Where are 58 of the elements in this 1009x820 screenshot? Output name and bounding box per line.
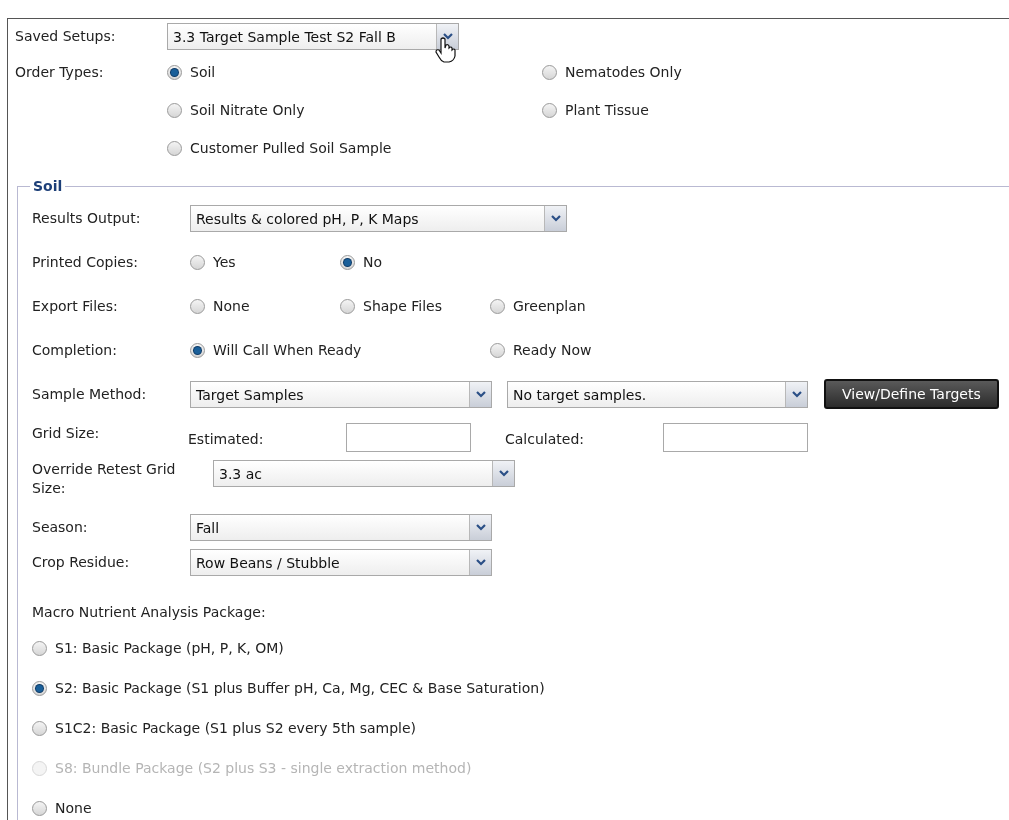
radio-option[interactable]: Soil Nitrate Only	[167, 100, 542, 121]
radio-button[interactable]	[32, 721, 47, 736]
field-label: Order Types:	[15, 63, 105, 82]
section-label: Macro Nutrient Analysis Package:	[32, 603, 267, 622]
radio-button[interactable]	[190, 299, 205, 314]
field-label: Season:	[32, 518, 89, 537]
radio-option[interactable]: Ready Now	[490, 340, 640, 361]
radio-option[interactable]: No	[340, 252, 490, 273]
radio-option[interactable]: Customer Pulled Soil Sample	[167, 138, 542, 159]
radio-option[interactable]: S1: Basic Package (pH, P, K, OM)	[32, 638, 1009, 659]
field-label: Saved Setups:	[15, 27, 117, 46]
dropdown-select[interactable]: Fall	[190, 514, 492, 541]
radio-button[interactable]	[32, 641, 47, 656]
field-label: Override Retest Grid Size:	[32, 460, 177, 498]
field-label: Estimated:	[188, 430, 265, 449]
field-label: Grid Size:	[32, 424, 101, 443]
radio-option[interactable]: Nematodes Only	[542, 62, 742, 83]
section-legend: Soil	[30, 176, 66, 197]
hand-cursor-icon	[435, 37, 457, 63]
radio-option[interactable]: Greenplan	[490, 296, 640, 317]
radio-button[interactable]	[340, 299, 355, 314]
radio-option[interactable]: Yes	[190, 252, 340, 273]
radio-option[interactable]: None	[32, 798, 1009, 819]
dropdown-select[interactable]: Results & colored pH, P, K Maps	[190, 205, 567, 232]
dropdown-select[interactable]: 3.3 ac	[213, 460, 515, 487]
field-label: Results Output:	[32, 209, 142, 228]
field-label: Calculated:	[505, 430, 585, 449]
view-define-targets-button[interactable]: View/Define Targets	[824, 379, 999, 409]
field-label: Sample Method:	[32, 384, 148, 404]
field-label: Crop Residue:	[32, 553, 131, 572]
radio-button[interactable]	[190, 255, 205, 270]
radio-button[interactable]	[32, 801, 47, 816]
radio-button[interactable]	[542, 103, 557, 118]
radio-option[interactable]: Soil	[167, 62, 542, 83]
radio-button[interactable]	[167, 141, 182, 156]
radio-button[interactable]	[340, 255, 355, 270]
radio-button[interactable]	[167, 65, 182, 80]
radio-button[interactable]	[542, 65, 557, 80]
radio-button[interactable]	[490, 343, 505, 358]
radio-option[interactable]: S2: Basic Package (S1 plus Buffer pH, Ca, Mg, CEC & Base Saturation)	[32, 678, 1009, 699]
saved-setups-select[interactable]: 3.3 Target Sample Test S2 Fall B	[167, 23, 459, 50]
radio-option[interactable]: Will Call When Ready	[190, 340, 490, 361]
radio-button[interactable]	[167, 103, 182, 118]
input-field[interactable]	[663, 423, 808, 452]
radio-button[interactable]	[490, 299, 505, 314]
field-label: Completion:	[32, 341, 118, 360]
input-field[interactable]	[346, 423, 471, 452]
dropdown-select[interactable]: Target Samples	[190, 380, 492, 408]
dropdown-select[interactable]: Row Beans / Stubble	[190, 549, 492, 576]
radio-button[interactable]	[190, 343, 205, 358]
radio-option[interactable]: None	[190, 296, 340, 317]
radio-option[interactable]: S1C2: Basic Package (S1 plus S2 every 5th sample)	[32, 718, 1009, 739]
radio-option[interactable]: Shape Files	[340, 296, 490, 317]
dropdown-select[interactable]: No target samples.	[507, 380, 808, 408]
radio-option[interactable]: Plant Tissue	[542, 100, 742, 121]
field-label: Printed Copies:	[32, 253, 139, 272]
radio-button[interactable]	[32, 681, 47, 696]
field-label: Export Files:	[32, 297, 119, 316]
